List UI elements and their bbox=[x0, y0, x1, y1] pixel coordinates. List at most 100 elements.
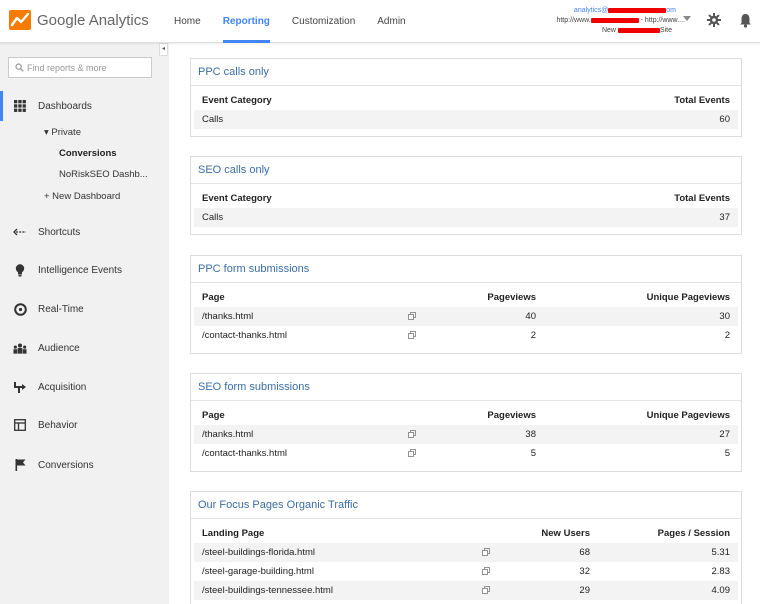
table-row: /contact-thanks.html 5 5 bbox=[194, 444, 738, 463]
account-email: analytics@ om bbox=[573, 7, 676, 14]
external-link-icon[interactable] bbox=[408, 312, 416, 320]
external-link-icon[interactable] bbox=[408, 430, 416, 438]
sidebar-item-audience[interactable]: Audience bbox=[0, 337, 165, 359]
account-property: http://www. - http://www.... bbox=[556, 17, 685, 24]
pages-per-session-value: 5.31 bbox=[711, 547, 731, 558]
sidebar-item-acquisition[interactable]: Acquisition bbox=[0, 376, 165, 398]
sidebar-item-label: Behavior bbox=[38, 419, 78, 431]
unique-pageviews-value: 2 bbox=[724, 330, 730, 341]
widget-title[interactable]: SEO calls only bbox=[191, 157, 741, 184]
table-header-row: Event Category Total Events bbox=[194, 190, 738, 208]
account-selector[interactable]: analytics@ om http://www. - http://www...… bbox=[556, 6, 685, 36]
unique-pageviews-value: 5 bbox=[724, 448, 730, 459]
widget-seo-calls: SEO calls only Event Category Total Even… bbox=[190, 156, 742, 235]
column-header: Page bbox=[202, 292, 225, 303]
external-link-icon[interactable] bbox=[408, 331, 416, 339]
widget-table: Event Category Total Events Calls 37 bbox=[194, 190, 738, 227]
sidebar-item-shortcuts[interactable]: Shortcuts bbox=[0, 221, 165, 243]
new-users-value: 29 bbox=[579, 585, 590, 596]
widget-title[interactable]: PPC calls only bbox=[191, 59, 741, 86]
behavior-layout-icon bbox=[13, 418, 27, 432]
column-header: Unique Pageviews bbox=[646, 410, 730, 421]
widget-title[interactable]: SEO form submissions bbox=[191, 374, 741, 401]
nav-home[interactable]: Home bbox=[174, 0, 201, 43]
page-link[interactable]: /contact-thanks.html bbox=[202, 326, 287, 345]
column-header: Landing Page bbox=[202, 528, 265, 539]
landing-page-link[interactable]: /steel-garage-building.html bbox=[202, 562, 314, 581]
search-reports-input[interactable]: Find reports & more bbox=[8, 57, 152, 78]
search-icon bbox=[15, 63, 24, 72]
landing-page-link[interactable]: /steel-buildings-florida.html bbox=[202, 543, 315, 562]
dashboard-link-noriskseo[interactable]: NoRiskSEO Dashb... bbox=[59, 169, 148, 180]
column-header: Page bbox=[202, 410, 225, 421]
column-header: Total Events bbox=[674, 95, 730, 106]
dashboard-link-conversions[interactable]: Conversions bbox=[59, 148, 117, 159]
sidebar-item-dashboards[interactable]: Dashboards bbox=[0, 91, 165, 121]
widget-focus-pages-organic: Our Focus Pages Organic Traffic Landing … bbox=[190, 491, 742, 604]
nav-reporting[interactable]: Reporting bbox=[222, 0, 271, 43]
row-value: 37 bbox=[719, 212, 730, 223]
widget-table: Page Pageviews Unique Pageviews /thanks.… bbox=[194, 289, 738, 345]
column-header: Event Category bbox=[202, 95, 272, 106]
widget-seo-form-submissions: SEO form submissions Page Pageviews Uniq… bbox=[190, 373, 742, 472]
nav-customization[interactable]: Customization bbox=[292, 0, 355, 43]
widget-table: Event Category Total Events Calls 60 bbox=[194, 92, 738, 129]
table-header-row: Page Pageviews Unique Pageviews bbox=[194, 407, 738, 425]
widget-ppc-form-submissions: PPC form submissions Page Pageviews Uniq… bbox=[190, 255, 742, 354]
private-dashboards-toggle[interactable]: ▾ Private bbox=[44, 127, 81, 138]
notifications-bell-icon[interactable] bbox=[739, 13, 752, 28]
new-dashboard-link[interactable]: + New Dashboard bbox=[44, 191, 120, 202]
dashboard-content: PPC calls only Event Category Total Even… bbox=[169, 43, 760, 604]
new-users-value: 32 bbox=[579, 566, 590, 577]
page-link[interactable]: /thanks.html bbox=[202, 425, 253, 444]
table-row: /thanks.html 38 27 bbox=[194, 425, 738, 444]
widget-title[interactable]: Our Focus Pages Organic Traffic bbox=[191, 492, 741, 519]
page-link[interactable]: /contact-thanks.html bbox=[202, 444, 287, 463]
analytics-logo-icon bbox=[9, 10, 31, 30]
widget-title[interactable]: PPC form submissions bbox=[191, 256, 741, 283]
nav-admin[interactable]: Admin bbox=[377, 0, 405, 43]
column-header: Event Category bbox=[202, 193, 272, 204]
table-header-row: Page Pageviews Unique Pageviews bbox=[194, 289, 738, 307]
top-bar: Google Analytics Home Reporting Customiz… bbox=[0, 0, 760, 43]
landing-page-link[interactable]: /steel-buildings-tennessee.html bbox=[202, 581, 333, 600]
search-placeholder: Find reports & more bbox=[27, 62, 107, 73]
google-analytics-logo[interactable]: Google Analytics bbox=[9, 10, 149, 30]
pageviews-value: 5 bbox=[530, 448, 536, 459]
row-label: Calls bbox=[202, 212, 224, 223]
external-link-icon[interactable] bbox=[482, 548, 490, 556]
sidebar-item-label: Conversions bbox=[38, 459, 94, 471]
unique-pageviews-value: 27 bbox=[719, 429, 730, 440]
lightbulb-icon bbox=[13, 263, 27, 277]
sidebar-item-label: Acquisition bbox=[38, 381, 87, 393]
column-header: Pageviews bbox=[487, 410, 536, 421]
pages-per-session-value: 4.09 bbox=[711, 585, 731, 596]
acquisition-arrow-icon bbox=[13, 380, 27, 394]
column-header: Pageviews bbox=[487, 292, 536, 303]
external-link-icon[interactable] bbox=[482, 586, 490, 594]
unique-pageviews-value: 30 bbox=[719, 311, 730, 322]
external-link-icon[interactable] bbox=[482, 567, 490, 575]
widget-table: Page Pageviews Unique Pageviews /thanks.… bbox=[194, 407, 738, 463]
table-row: /contact-thanks.html 2 2 bbox=[194, 326, 738, 345]
table-row: Calls 37 bbox=[194, 208, 738, 227]
dashboard-grid-icon bbox=[13, 99, 27, 113]
logo-text: Google Analytics bbox=[37, 11, 149, 29]
external-link-icon[interactable] bbox=[408, 449, 416, 457]
table-row: /steel-buildings-tennessee.html 29 4.09 bbox=[194, 581, 738, 600]
sidebar-item-real-time[interactable]: Real-Time bbox=[0, 298, 165, 320]
sidebar-item-intelligence-events[interactable]: Intelligence Events bbox=[0, 259, 165, 281]
gear-icon[interactable] bbox=[707, 13, 721, 27]
page-link[interactable]: /thanks.html bbox=[202, 307, 253, 326]
sidebar-item-behavior[interactable]: Behavior bbox=[0, 414, 165, 436]
sidebar-item-conversions[interactable]: Conversions bbox=[0, 454, 165, 476]
table-header-row: Event Category Total Events bbox=[194, 92, 738, 110]
sidebar bbox=[0, 43, 169, 604]
column-header: New Users bbox=[541, 528, 590, 539]
widget-ppc-calls: PPC calls only Event Category Total Even… bbox=[190, 58, 742, 137]
collapse-sidebar-button[interactable]: ◂ bbox=[159, 43, 168, 56]
account-dropdown-caret-icon[interactable] bbox=[683, 16, 691, 21]
sidebar-item-label: Audience bbox=[38, 342, 80, 354]
new-users-value: 68 bbox=[579, 547, 590, 558]
table-row: /thanks.html 40 30 bbox=[194, 307, 738, 326]
